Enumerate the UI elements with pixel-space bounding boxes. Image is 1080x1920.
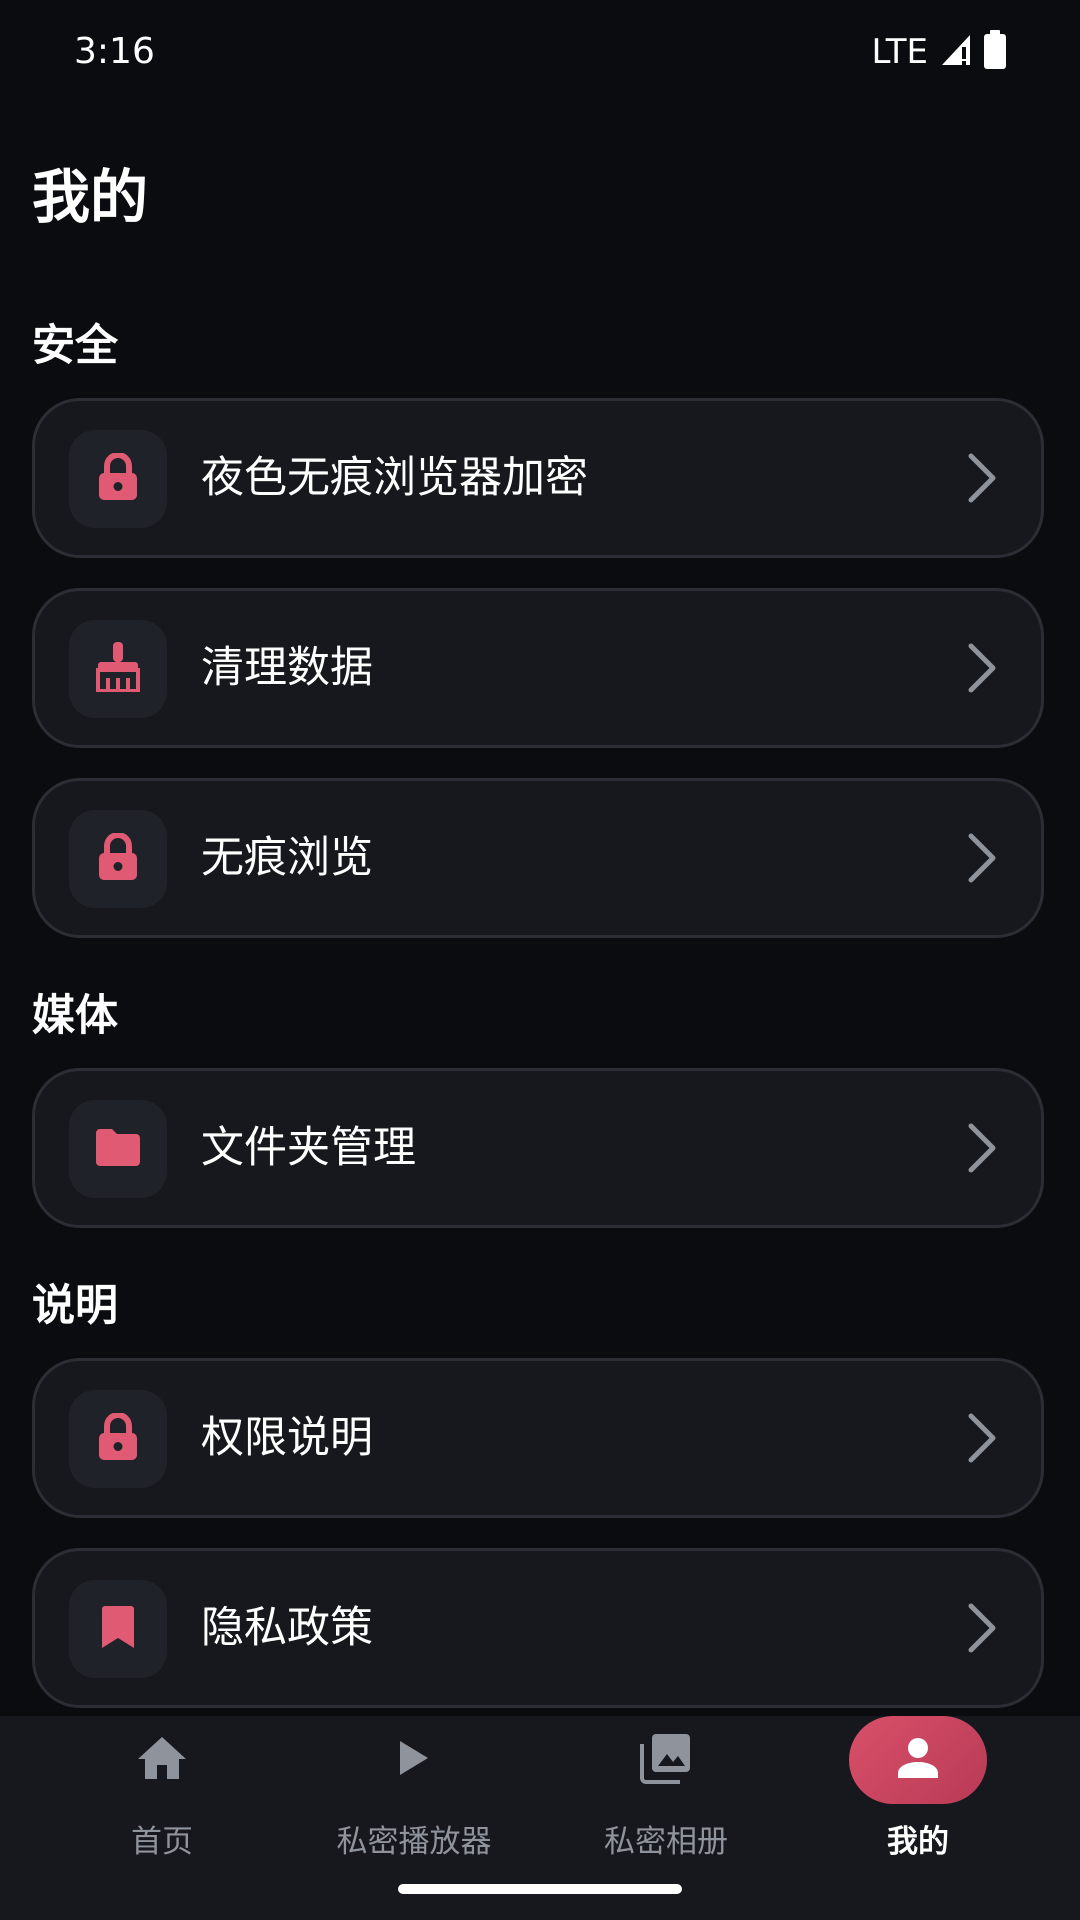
chevron-right-icon [967, 452, 997, 504]
bookmark-icon [100, 1605, 136, 1653]
nav-item-mine[interactable]: 我的 [792, 1716, 1044, 1886]
play-icon [398, 1739, 430, 1781]
person-icon [896, 1736, 940, 1784]
menu-item-incognito-browsing[interactable]: 无痕浏览 [32, 778, 1044, 938]
nav-label: 首页 [131, 1824, 193, 1860]
menu-item-icon-box [69, 1580, 167, 1678]
menu-item-privacy-policy[interactable]: 隐私政策 [32, 1548, 1044, 1708]
nav-label-active: 我的 [887, 1824, 949, 1860]
lock-icon [97, 832, 139, 885]
menu-item-icon-box [69, 620, 167, 718]
menu-item-icon-box [69, 1390, 167, 1488]
status-bar: 3:16 LTE [0, 0, 1080, 104]
nav-item-home[interactable]: 首页 [36, 1716, 288, 1886]
page-title: 我的 [32, 163, 149, 231]
lock-icon [97, 452, 139, 505]
menu-item-label: 文件夹管理 [201, 1123, 416, 1173]
signal-icon [940, 33, 974, 71]
battery-icon [982, 30, 1008, 74]
nav-item-private-player[interactable]: 私密播放器 [288, 1716, 540, 1886]
menu-item-icon-box [69, 1100, 167, 1198]
nav-label: 私密相册 [604, 1824, 728, 1860]
nav-label: 私密播放器 [336, 1824, 492, 1860]
network-type: LTE [871, 32, 928, 72]
folder-icon [94, 1127, 142, 1171]
menu-item-folder-management[interactable]: 文件夹管理 [32, 1068, 1044, 1228]
nav-item-private-album[interactable]: 私密相册 [540, 1716, 792, 1886]
menu-item-icon-box [69, 810, 167, 908]
home-indicator[interactable] [398, 1884, 682, 1894]
section-title-media: 媒体 [32, 991, 118, 1041]
chevron-right-icon [967, 1122, 997, 1174]
menu-item-label: 隐私政策 [201, 1603, 373, 1653]
menu-item-label: 无痕浏览 [201, 833, 373, 883]
nav-icon-container-active [849, 1716, 987, 1804]
menu-item-label: 权限说明 [201, 1413, 373, 1463]
nav-icon-container [93, 1716, 231, 1804]
lock-icon [97, 1412, 139, 1465]
nav-icon-container [345, 1716, 483, 1804]
section-title-security: 安全 [32, 321, 118, 371]
chevron-right-icon [967, 832, 997, 884]
menu-item-browser-encryption[interactable]: 夜色无痕浏览器加密 [32, 398, 1044, 558]
menu-item-clear-data[interactable]: 清理数据 [32, 588, 1044, 748]
broom-icon [96, 642, 140, 696]
menu-item-permissions[interactable]: 权限说明 [32, 1358, 1044, 1518]
menu-item-label: 夜色无痕浏览器加密 [201, 453, 588, 503]
chevron-right-icon [967, 642, 997, 694]
status-indicators: LTE [871, 30, 1008, 74]
section-title-about: 说明 [32, 1281, 118, 1331]
chevron-right-icon [967, 1412, 997, 1464]
home-icon [136, 1735, 188, 1785]
photo-library-icon [640, 1732, 692, 1788]
menu-item-icon-box [69, 430, 167, 528]
chevron-right-icon [967, 1602, 997, 1654]
nav-icon-container [597, 1716, 735, 1804]
status-time: 3:16 [74, 31, 155, 72]
menu-item-label: 清理数据 [201, 643, 373, 693]
